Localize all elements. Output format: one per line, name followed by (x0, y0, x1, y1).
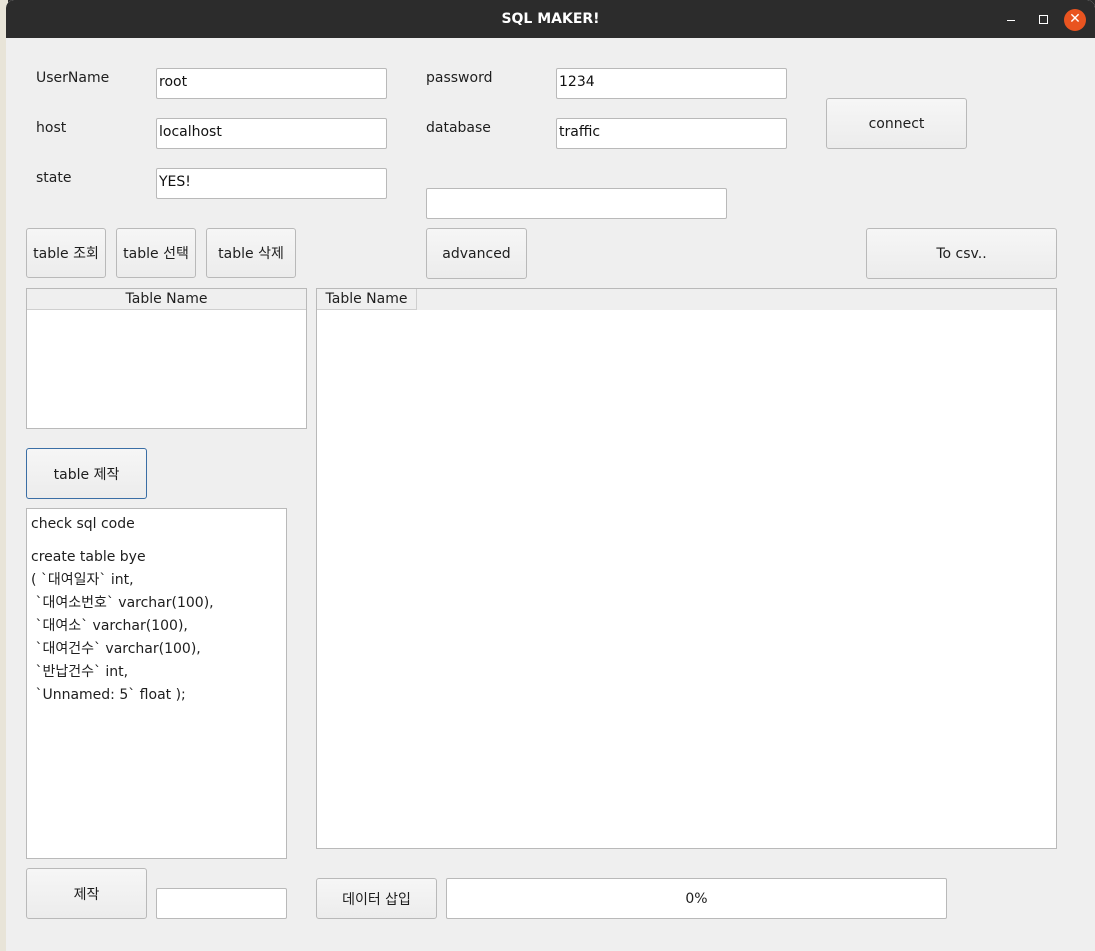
state-label: state (36, 170, 72, 186)
sql-line: `Unnamed: 5` float ); (31, 687, 186, 703)
data-view-header[interactable]: Table Name (317, 289, 417, 310)
progress-text: 0% (685, 890, 708, 907)
sql-line: create table bye (31, 549, 146, 565)
sql-line: `대여건수` varchar(100), (31, 641, 201, 657)
progress-bar: 0% (446, 878, 947, 919)
database-label: database (426, 120, 491, 136)
state-field: YES! (156, 168, 387, 199)
header-filler (417, 289, 1056, 310)
close-icon[interactable]: ✕ (1064, 9, 1086, 31)
delete-table-button[interactable]: table 삭제 (206, 228, 296, 278)
create-table-button[interactable]: table 제작 (26, 448, 147, 499)
sql-line: `대여소번호` varchar(100), (31, 595, 214, 611)
app-window: SQL MAKER! ✕ UserName root password 1234… (6, 0, 1095, 951)
password-label: password (426, 70, 493, 86)
view-table-button[interactable]: table 조회 (26, 228, 106, 278)
sql-line: `대여소` varchar(100), (31, 618, 188, 634)
advanced-button[interactable]: advanced (426, 228, 527, 279)
sql-preview-box[interactable]: check sql code create table bye ( `대여일자`… (26, 508, 287, 859)
insert-data-button[interactable]: 데이터 삽입 (316, 878, 437, 919)
username-label: UserName (36, 70, 110, 86)
connect-button[interactable]: connect (826, 98, 967, 149)
username-input[interactable]: root (156, 68, 387, 99)
window-title: SQL MAKER! (501, 11, 600, 27)
to-csv-button[interactable]: To csv.. (866, 228, 1057, 279)
database-input[interactable]: traffic (556, 118, 787, 149)
password-input[interactable]: 1234 (556, 68, 787, 99)
make-button[interactable]: 제작 (26, 868, 147, 919)
make-input[interactable] (156, 888, 287, 919)
table-name-list[interactable]: Table Name (26, 288, 307, 429)
minimize-icon[interactable] (1000, 9, 1022, 31)
host-input[interactable]: localhost (156, 118, 387, 149)
select-table-button[interactable]: table 선택 (116, 228, 196, 278)
title-bar: SQL MAKER! ✕ (6, 0, 1095, 38)
sql-heading: check sql code (31, 516, 135, 532)
maximize-icon[interactable] (1032, 9, 1054, 31)
sql-line: `반납건수` int, (31, 664, 129, 680)
sql-line: ( `대여일자` int, (31, 572, 134, 588)
host-label: host (36, 120, 67, 136)
data-view-table[interactable]: Table Name (316, 288, 1057, 849)
query-input[interactable] (426, 188, 727, 219)
table-name-header[interactable]: Table Name (27, 289, 306, 310)
